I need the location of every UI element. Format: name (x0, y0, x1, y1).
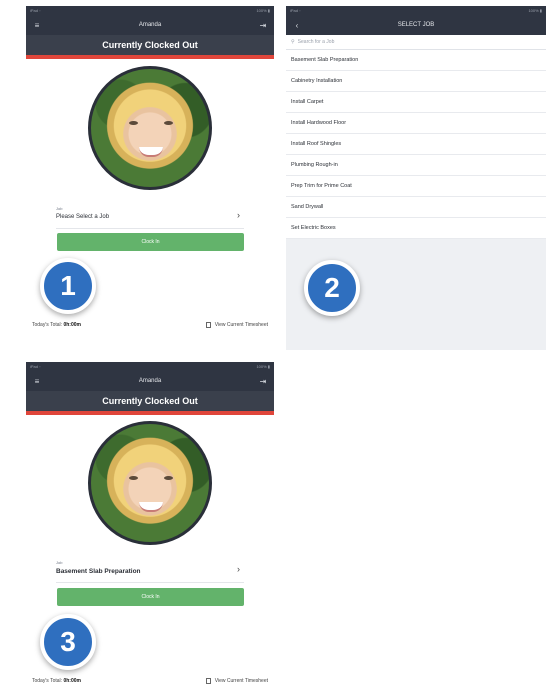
nav-bar: ‹ SELECT JOB (286, 15, 546, 35)
clock-status-banner: Currently Clocked Out (26, 35, 274, 59)
document-icon (205, 678, 211, 684)
job-list-item[interactable]: Prep Trim for Prime Coat (286, 176, 546, 197)
job-list-item[interactable]: Install Carpet (286, 92, 546, 113)
status-bar: iPad ◦ 100% ▮ (26, 6, 274, 15)
status-right: 100% ▮ (528, 8, 542, 13)
clock-status-banner: Currently Clocked Out (26, 391, 274, 415)
chevron-right-icon: › (237, 210, 240, 220)
status-bar: iPad ◦ 100% ▮ (286, 6, 546, 15)
status-left: iPad ◦ (30, 8, 41, 13)
footer: Today's Total: 0h:00m View Current Times… (32, 322, 268, 328)
step-badge-3: 3 (40, 614, 96, 670)
logout-icon[interactable]: ⇥ (258, 21, 268, 30)
view-timesheet-link[interactable]: View Current Timesheet (205, 678, 268, 684)
status-right: 100% ▮ (256, 8, 270, 13)
select-job-screen: iPad ◦ 100% ▮ ‹ SELECT JOB ⚲ Search for … (286, 6, 546, 350)
job-selector[interactable]: Job Please Select a Job › (56, 202, 244, 229)
job-selector[interactable]: Job Basement Slab Preparation › (56, 556, 244, 583)
clock-screen-step1: iPad ◦ 100% ▮ ≡ Amanda ⇥ Currently Clock… (26, 6, 274, 344)
search-placeholder: Search for a Job (297, 39, 335, 45)
avatar (88, 421, 212, 545)
today-total-label: Today's Total: (32, 322, 63, 328)
today-total-value: 0h:00m (63, 322, 81, 328)
logout-icon[interactable]: ⇥ (258, 377, 268, 386)
avatar (88, 66, 212, 190)
search-input[interactable]: ⚲ Search for a Job (286, 35, 546, 50)
document-icon (205, 322, 211, 328)
job-label: Job (56, 560, 63, 565)
search-icon: ⚲ (291, 39, 295, 45)
view-timesheet-link[interactable]: View Current Timesheet (205, 322, 268, 328)
nav-bar: ≡ Amanda ⇥ (26, 371, 274, 391)
hamburger-icon[interactable]: ≡ (32, 377, 42, 386)
hamburger-icon[interactable]: ≡ (32, 21, 42, 30)
job-value: Basement Slab Preparation (56, 568, 141, 575)
job-list: Basement Slab Preparation Cabinetry Inst… (286, 50, 546, 239)
chevron-right-icon: › (237, 564, 240, 574)
view-timesheet-label: View Current Timesheet (214, 322, 268, 328)
today-total: Today's Total: 0h:00m (32, 322, 81, 328)
step-badge-1: 1 (40, 258, 96, 314)
view-timesheet-label: View Current Timesheet (214, 678, 268, 684)
clock-in-button[interactable]: Clock In (57, 588, 244, 606)
job-label: Job (56, 206, 63, 211)
today-total: Today's Total: 0h:00m (32, 678, 81, 684)
step-badge-2: 2 (304, 260, 360, 316)
user-name: Amanda (138, 22, 162, 28)
status-right: 100% ▮ (256, 364, 270, 369)
user-name: Amanda (138, 378, 162, 384)
chevron-left-icon[interactable]: ‹ (292, 21, 302, 30)
status-bar: iPad ◦ 100% ▮ (26, 362, 274, 371)
nav-bar: ≡ Amanda ⇥ (26, 15, 274, 35)
clock-screen-step3: iPad ◦ 100% ▮ ≡ Amanda ⇥ Currently Clock… (26, 362, 274, 687)
job-list-item[interactable]: Install Roof Shingles (286, 134, 546, 155)
footer: Today's Total: 0h:00m View Current Times… (32, 678, 268, 684)
status-left: iPad ◦ (290, 8, 301, 13)
select-job-title: SELECT JOB (397, 22, 435, 28)
job-list-item[interactable]: Plumbing Rough-in (286, 155, 546, 176)
status-left: iPad ◦ (30, 364, 41, 369)
today-total-label: Today's Total: (32, 678, 63, 684)
job-list-item[interactable]: Sand Drywall (286, 197, 546, 218)
job-value: Please Select a Job (56, 214, 110, 220)
job-list-item[interactable]: Install Hardwood Floor (286, 113, 546, 134)
clock-in-button[interactable]: Clock In (57, 233, 244, 251)
job-list-item[interactable]: Set Electric Boxes (286, 218, 546, 239)
job-list-item[interactable]: Basement Slab Preparation (286, 50, 546, 71)
job-list-item[interactable]: Cabinetry Installation (286, 71, 546, 92)
today-total-value: 0h:00m (63, 678, 81, 684)
